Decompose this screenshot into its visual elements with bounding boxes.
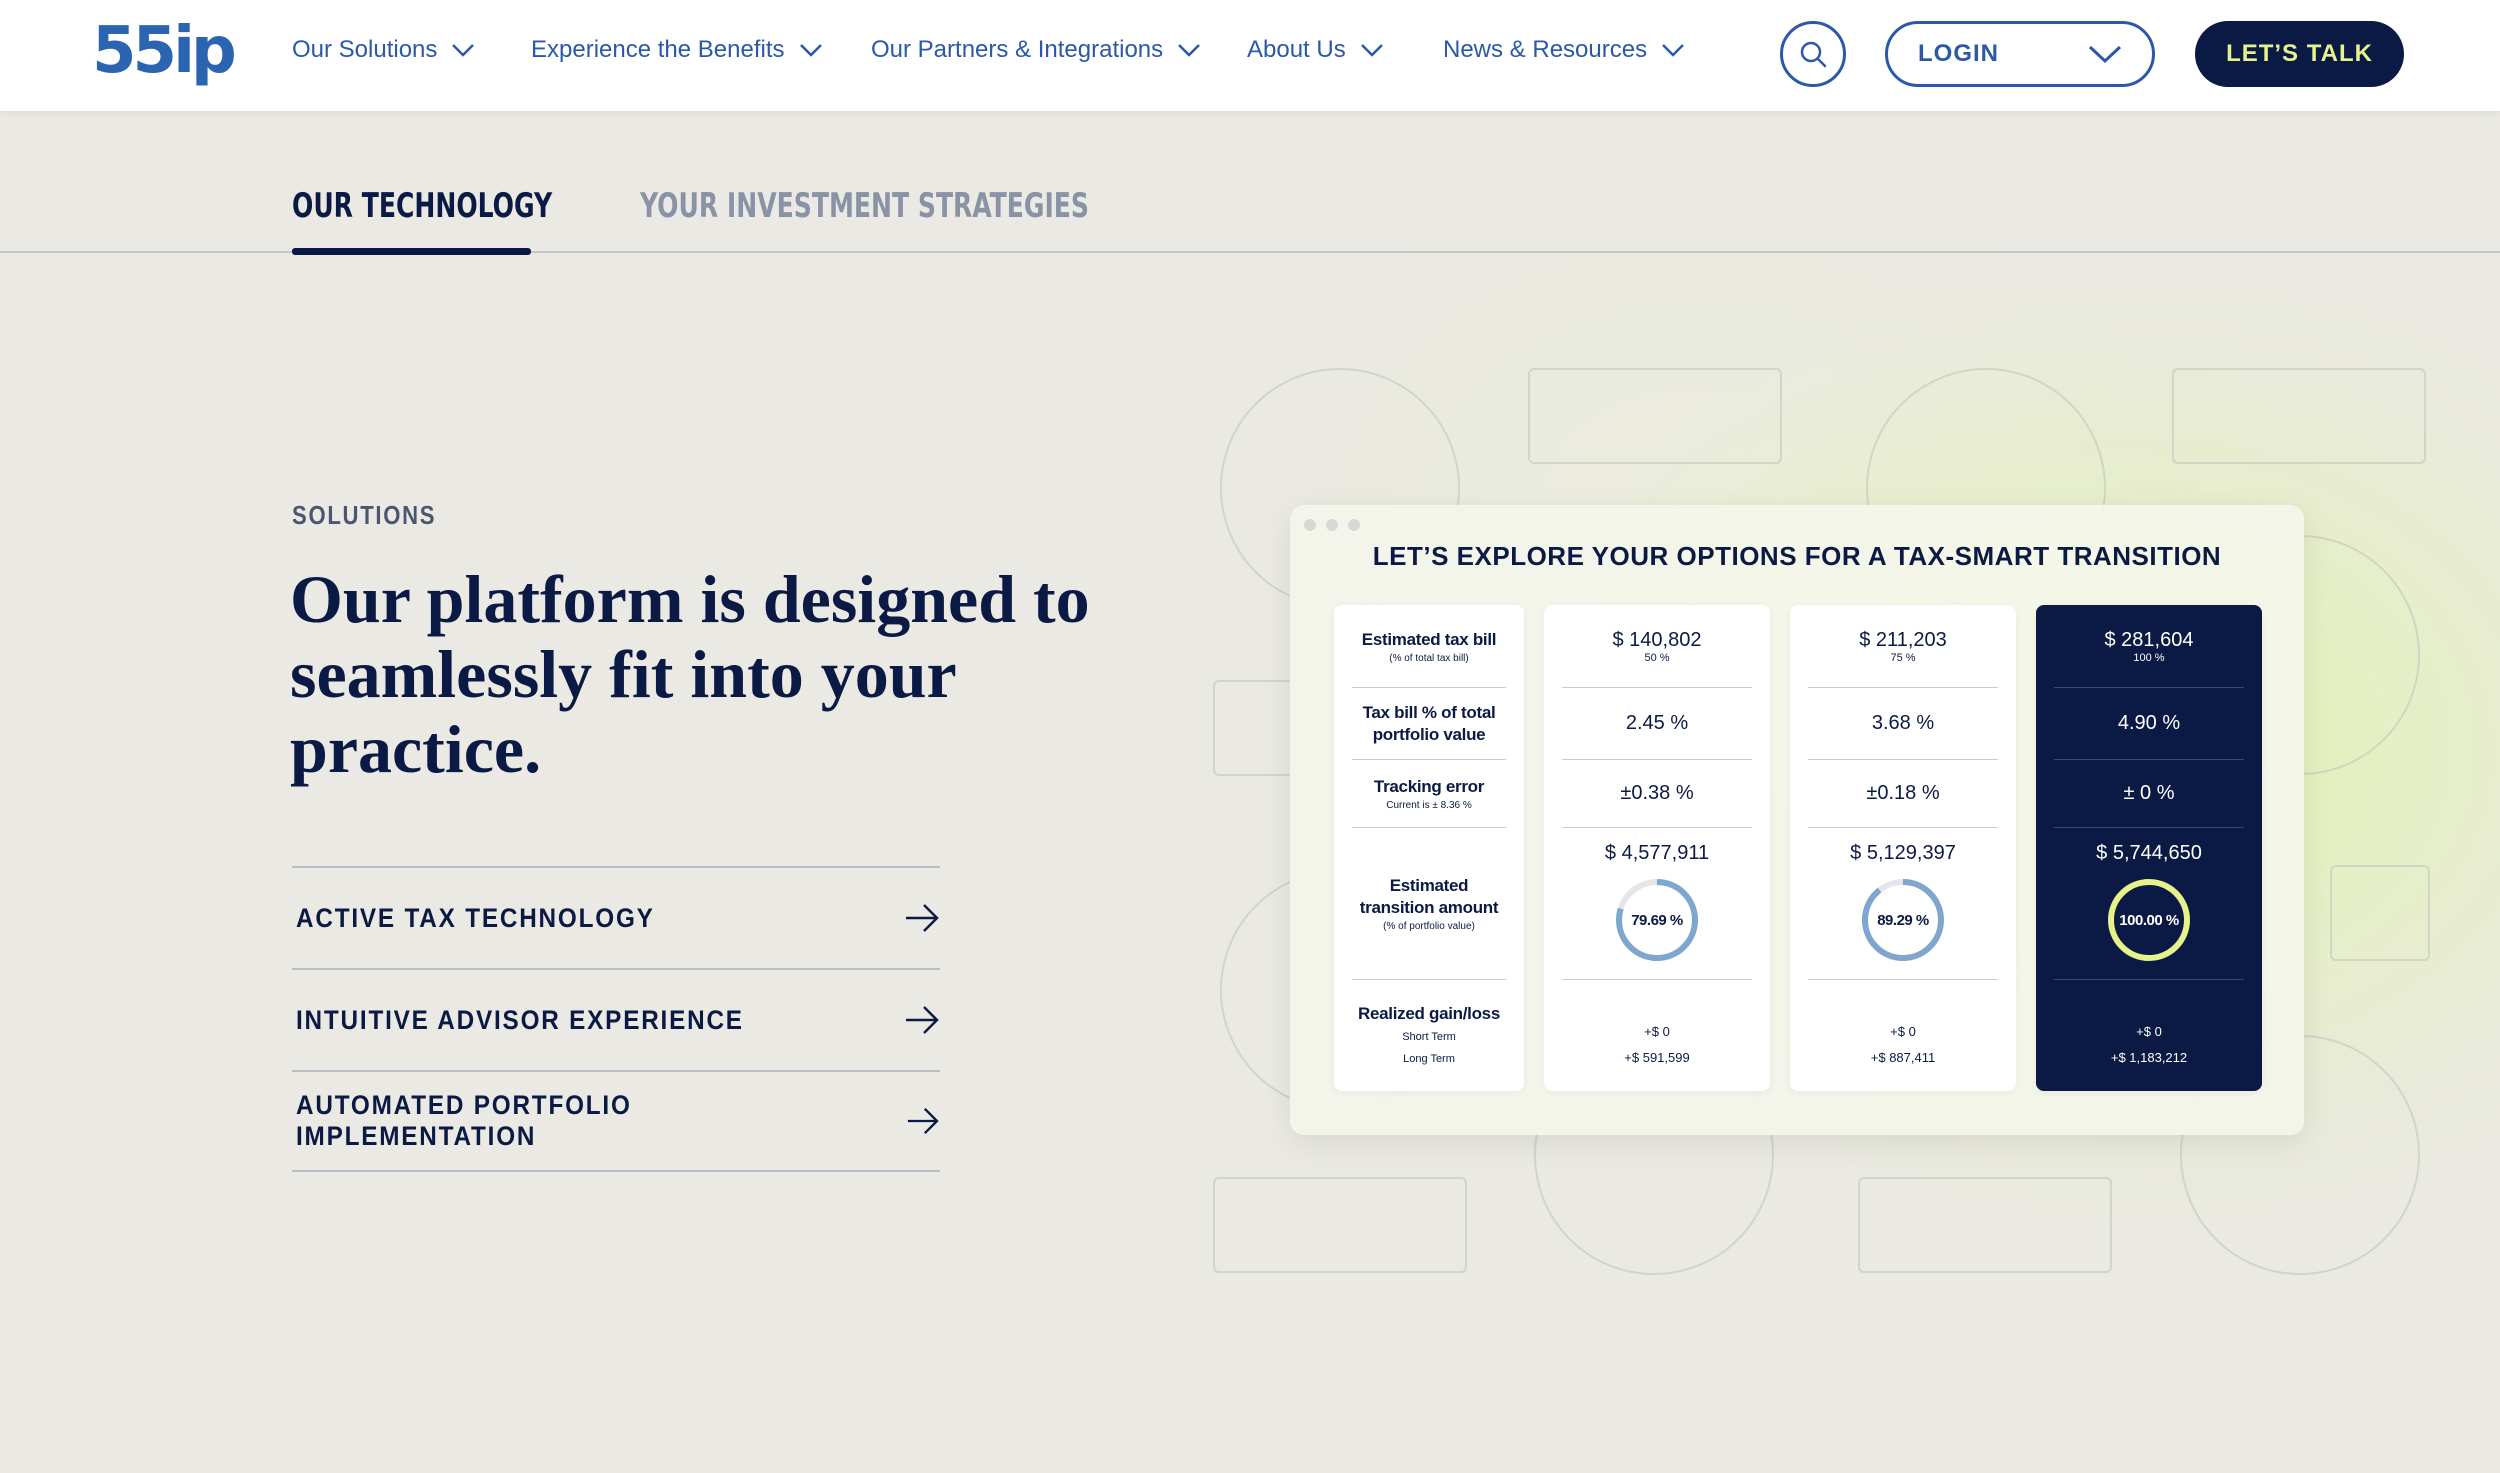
row-labels-column: Estimated tax bill (% of total tax bill)… bbox=[1334, 605, 1524, 1091]
label-transition-sub: (% of portfolio value) bbox=[1383, 921, 1475, 932]
label-transition-amount: Estimated transition amount bbox=[1359, 876, 1499, 917]
section-eyebrow: SOLUTIONS bbox=[292, 500, 437, 530]
nav-partners-integrations[interactable]: Our Partners & Integrations bbox=[871, 32, 1201, 68]
tax-bill-percent: 75 % bbox=[1890, 651, 1916, 664]
window-dots bbox=[1304, 519, 1360, 531]
label-tax-pct: Tax bill % of total portfolio value bbox=[1362, 702, 1496, 744]
transition-amount-value: $ 5,129,397 bbox=[1850, 842, 1956, 864]
decor-rect bbox=[2330, 865, 2430, 961]
tax-bill-percent: 100 % bbox=[2133, 651, 2165, 664]
solution-link-active-tax[interactable]: ACTIVE TAX TECHNOLOGY bbox=[292, 866, 940, 968]
tax-pct-value: 4.90 % bbox=[2117, 712, 2181, 734]
label-long-term: Long Term bbox=[1403, 1052, 1455, 1065]
tracking-error-value: ±0.18 % bbox=[1866, 782, 1940, 804]
tax-pct-value: 2.45 % bbox=[1625, 712, 1689, 734]
search-icon bbox=[1800, 41, 1827, 68]
ring-label: 100.00 % bbox=[2119, 911, 2179, 929]
arrow-right-icon bbox=[906, 1006, 939, 1034]
tax-pct-value: 3.68 % bbox=[1871, 712, 1935, 734]
decor-rect bbox=[1858, 1177, 2112, 1273]
chevron-down-icon bbox=[1360, 44, 1383, 57]
chevron-down-icon bbox=[2088, 45, 2122, 64]
transition-progress-ring: 79.69 % bbox=[1612, 875, 1702, 965]
nav-our-solutions[interactable]: Our Solutions bbox=[292, 32, 475, 68]
tracking-error-value: ±0.38 % bbox=[1620, 782, 1694, 804]
short-term-value: +$ 0 bbox=[1890, 1024, 1916, 1039]
nav-item-label: News & Resources bbox=[1443, 36, 1648, 63]
chevron-down-icon bbox=[1662, 44, 1684, 57]
decor-rect bbox=[1528, 368, 1782, 464]
card-title: LET’S EXPLORE YOUR OPTIONS FOR A TAX-SMA… bbox=[1372, 541, 2222, 571]
solution-link-advisor-experience[interactable]: INTUITIVE ADVISOR EXPERIENCE bbox=[292, 968, 940, 1070]
ring-label: 89.29 % bbox=[1877, 911, 1929, 929]
short-term-value: +$ 0 bbox=[2136, 1024, 2162, 1039]
long-term-value: +$ 1,183,212 bbox=[2110, 1050, 2188, 1065]
tab-our-technology[interactable]: OUR TECHNOLOGY bbox=[292, 186, 552, 226]
search-button[interactable] bbox=[1780, 21, 1846, 87]
solution-link-portfolio-implementation[interactable]: AUTOMATED PORTFOLIO IMPLEMENTATION bbox=[292, 1070, 940, 1172]
tax-bill-value: $ 140,802 bbox=[1612, 628, 1702, 651]
ring-label: 79.69 % bbox=[1631, 911, 1683, 929]
transition-progress-ring: 89.29 % bbox=[1858, 875, 1948, 965]
nav-item-label: About Us bbox=[1247, 36, 1346, 63]
tax-bill-value: $ 281,604 bbox=[2104, 628, 2194, 651]
active-tab-indicator bbox=[292, 248, 531, 255]
transition-options-card: LET’S EXPLORE YOUR OPTIONS FOR A TAX-SMA… bbox=[1290, 505, 2304, 1135]
decor-rect bbox=[1213, 1177, 1467, 1273]
long-term-value: +$ 591,599 bbox=[1624, 1050, 1690, 1065]
transition-amount-value: $ 5,744,650 bbox=[2096, 842, 2202, 864]
solution-label: AUTOMATED PORTFOLIO IMPLEMENTATION bbox=[296, 1090, 632, 1151]
top-nav: 55ip Our Solutions Experience the Benefi… bbox=[0, 0, 2500, 111]
transition-progress-ring: 100.00 % bbox=[2104, 875, 2194, 965]
login-label: LOGIN bbox=[1918, 40, 1999, 67]
nav-item-label: Experience the Benefits bbox=[531, 36, 785, 63]
option-column-3-selected[interactable]: $ 281,604 100 % 4.90 % ± 0 % $ 5,744,650 … bbox=[2036, 605, 2262, 1091]
tab-investment-strategies[interactable]: YOUR INVESTMENT STRATEGIES bbox=[640, 186, 1089, 226]
label-short-term: Short Term bbox=[1402, 1030, 1456, 1043]
option-column-2[interactable]: $ 211,203 75 % 3.68 % ±0.18 % $ 5,129,397… bbox=[1790, 605, 2016, 1091]
solution-label: ACTIVE TAX TECHNOLOGY bbox=[296, 902, 655, 933]
tax-bill-percent: 50 % bbox=[1644, 651, 1670, 664]
logo[interactable]: 55ip bbox=[92, 14, 237, 88]
tax-bill-value: $ 211,203 bbox=[1859, 628, 1947, 651]
long-term-value: +$ 887,411 bbox=[1870, 1050, 1936, 1065]
nav-about-us[interactable]: About Us bbox=[1247, 32, 1384, 68]
solutions-list: ACTIVE TAX TECHNOLOGY INTUITIVE ADVISOR … bbox=[292, 866, 940, 1172]
arrow-right-icon bbox=[906, 904, 939, 932]
login-dropdown[interactable]: LOGIN bbox=[1885, 21, 2155, 87]
solution-label: INTUITIVE ADVISOR EXPERIENCE bbox=[296, 1004, 744, 1035]
option-column-1[interactable]: $ 140,802 50 % 2.45 % ±0.38 % $ 4,577,911… bbox=[1544, 605, 1770, 1091]
short-term-value: +$ 0 bbox=[1644, 1024, 1670, 1039]
section-headline: Our platform is designed to seamlessly f… bbox=[290, 561, 1090, 787]
tracking-error-value: ± 0 % bbox=[2123, 782, 2175, 804]
transition-amount-value: $ 4,577,911 bbox=[1604, 842, 1710, 864]
nav-item-label: Our Partners & Integrations bbox=[871, 36, 1164, 63]
label-tax-bill-sub: (% of total tax bill) bbox=[1389, 652, 1469, 664]
chevron-down-icon bbox=[799, 44, 822, 57]
decor-rect bbox=[2172, 368, 2426, 464]
label-tracking-error: Tracking error bbox=[1373, 777, 1485, 796]
nav-item-label: Our Solutions bbox=[292, 36, 438, 63]
label-realized-gain: Realized gain/loss bbox=[1358, 1003, 1500, 1023]
nav-news-resources[interactable]: News & Resources bbox=[1443, 32, 1685, 68]
label-tracking-sub: Current is ± 8.36 % bbox=[1386, 800, 1472, 811]
label-tax-bill: Estimated tax bill bbox=[1361, 629, 1497, 649]
chevron-down-icon bbox=[1178, 44, 1201, 57]
arrow-right-icon bbox=[908, 1107, 939, 1135]
nav-experience-benefits[interactable]: Experience the Benefits bbox=[531, 32, 823, 68]
chevron-down-icon bbox=[452, 44, 475, 57]
lets-talk-button[interactable]: LET’S TALK bbox=[2195, 21, 2404, 87]
